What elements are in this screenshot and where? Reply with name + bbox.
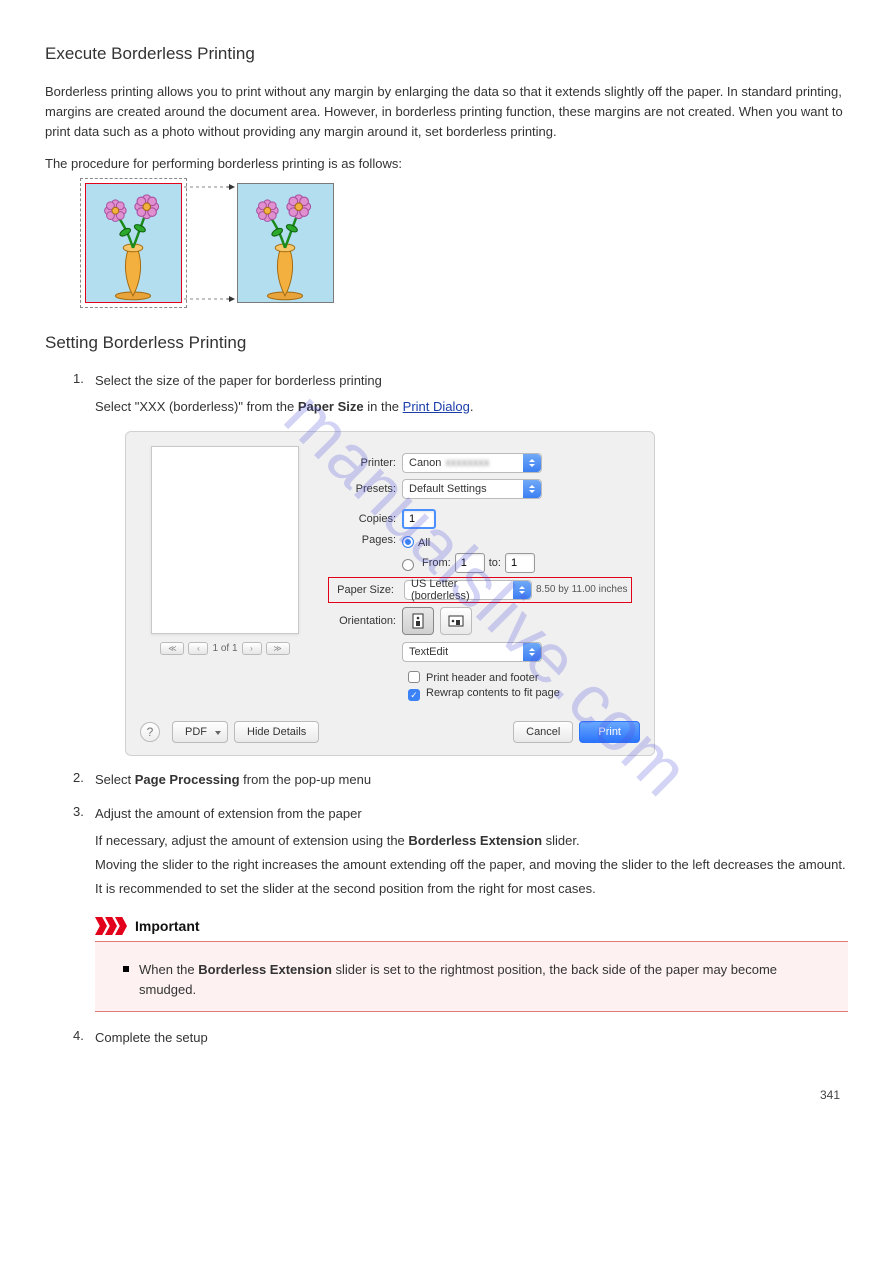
presets-select[interactable]: Default Settings <box>402 479 542 499</box>
step-1-number: 1. <box>73 371 89 421</box>
dropdown-arrows-icon <box>523 454 541 472</box>
pages-from-radio[interactable] <box>402 559 414 571</box>
printer-label: Printer: <box>328 457 402 469</box>
step-3-paragraph-2: Moving the slider to the right increases… <box>95 855 848 875</box>
step-1-title: Select the size of the paper for borderl… <box>95 371 473 391</box>
rewrap-checkbox[interactable]: ✓ <box>408 689 420 701</box>
copies-input[interactable] <box>402 509 436 529</box>
intro-paragraph-2: The procedure for performing borderless … <box>45 154 848 174</box>
step-1-instruction: Select "XXX (borderless)" from the Paper… <box>95 397 473 417</box>
rewrap-label: Rewrap contents to fit page <box>426 687 560 699</box>
step-3-paragraph-3: It is recommended to set the slider at t… <box>95 879 848 899</box>
important-header: Important <box>95 917 848 935</box>
pager-first-icon[interactable]: ≪ <box>160 642 184 655</box>
intro-paragraph-1: Borderless printing allows you to print … <box>45 82 848 142</box>
page-heading: Execute Borderless Printing <box>45 44 848 64</box>
paper-size-label: Paper Size: <box>332 584 400 596</box>
step-3-paragraph-1: If necessary, adjust the amount of exten… <box>95 831 848 851</box>
print-dialog-link[interactable]: Print Dialog <box>403 399 470 414</box>
step-4-text: Complete the setup <box>95 1028 208 1048</box>
pages-all-label: All <box>418 537 430 549</box>
orientation-landscape-button[interactable] <box>440 607 472 635</box>
orientation-portrait-button[interactable] <box>402 607 434 635</box>
print-preview-page <box>151 446 299 634</box>
orientation-label: Orientation: <box>328 615 402 627</box>
transform-arrows <box>182 183 237 303</box>
preview-pager: ≪ ‹ 1 of 1 › ≫ <box>160 642 289 655</box>
presets-label: Presets: <box>328 483 402 495</box>
step-3-title: Adjust the amount of extension from the … <box>95 804 848 824</box>
page-number: 341 <box>45 1088 840 1102</box>
pages-to-label: to: <box>489 557 501 569</box>
important-note-text: When the Borderless Extension slider is … <box>139 960 832 999</box>
pager-label: 1 of 1 <box>212 643 237 654</box>
chevrons-icon <box>95 917 125 935</box>
step-3-number: 3. <box>73 804 89 1012</box>
paper-size-dimensions: 8.50 by 11.00 inches <box>536 584 628 595</box>
print-dialog-screenshot: ≪ ‹ 1 of 1 › ≫ Printer: Canon xxxxxxxx <box>125 431 655 757</box>
print-button[interactable]: Print <box>579 721 640 743</box>
borderless-illustration <box>85 183 848 303</box>
step-2-number: 2. <box>73 770 89 790</box>
copies-label: Copies: <box>328 513 402 525</box>
printer-select[interactable]: Canon xxxxxxxx <box>402 453 542 473</box>
pager-prev-icon[interactable]: ‹ <box>188 642 208 655</box>
pager-next-icon[interactable]: › <box>242 642 262 655</box>
app-popup-select[interactable]: TextEdit <box>402 642 542 662</box>
print-header-checkbox[interactable] <box>408 671 420 683</box>
step-2-text: Select Page Processing from the pop-up m… <box>95 770 371 790</box>
paper-size-highlight: Paper Size: US Letter (borderless) 8.50 … <box>328 577 632 603</box>
pages-from-input[interactable] <box>455 553 485 573</box>
important-note: When the Borderless Extension slider is … <box>95 941 848 1012</box>
paper-size-select[interactable]: US Letter (borderless) <box>404 580 532 600</box>
print-header-label: Print header and footer <box>426 672 539 684</box>
pdf-dropdown-button[interactable]: PDF <box>172 721 228 743</box>
dropdown-arrows-icon <box>523 643 541 661</box>
dropdown-arrows-icon <box>513 581 531 599</box>
step-4-number: 4. <box>73 1028 89 1048</box>
cancel-button[interactable]: Cancel <box>513 721 573 743</box>
illustration-after <box>237 183 334 303</box>
illustration-before <box>85 183 182 303</box>
pager-last-icon[interactable]: ≫ <box>266 642 290 655</box>
pages-label: Pages: <box>328 534 402 546</box>
important-label: Important <box>135 918 200 934</box>
pages-all-radio[interactable] <box>402 536 414 548</box>
bullet-icon <box>123 966 129 972</box>
section-heading-setting: Setting Borderless Printing <box>45 333 848 353</box>
hide-details-button[interactable]: Hide Details <box>234 721 319 743</box>
help-button[interactable]: ? <box>140 722 160 742</box>
pages-to-input[interactable] <box>505 553 535 573</box>
pages-from-label: From: <box>422 557 451 569</box>
dropdown-arrows-icon <box>523 480 541 498</box>
